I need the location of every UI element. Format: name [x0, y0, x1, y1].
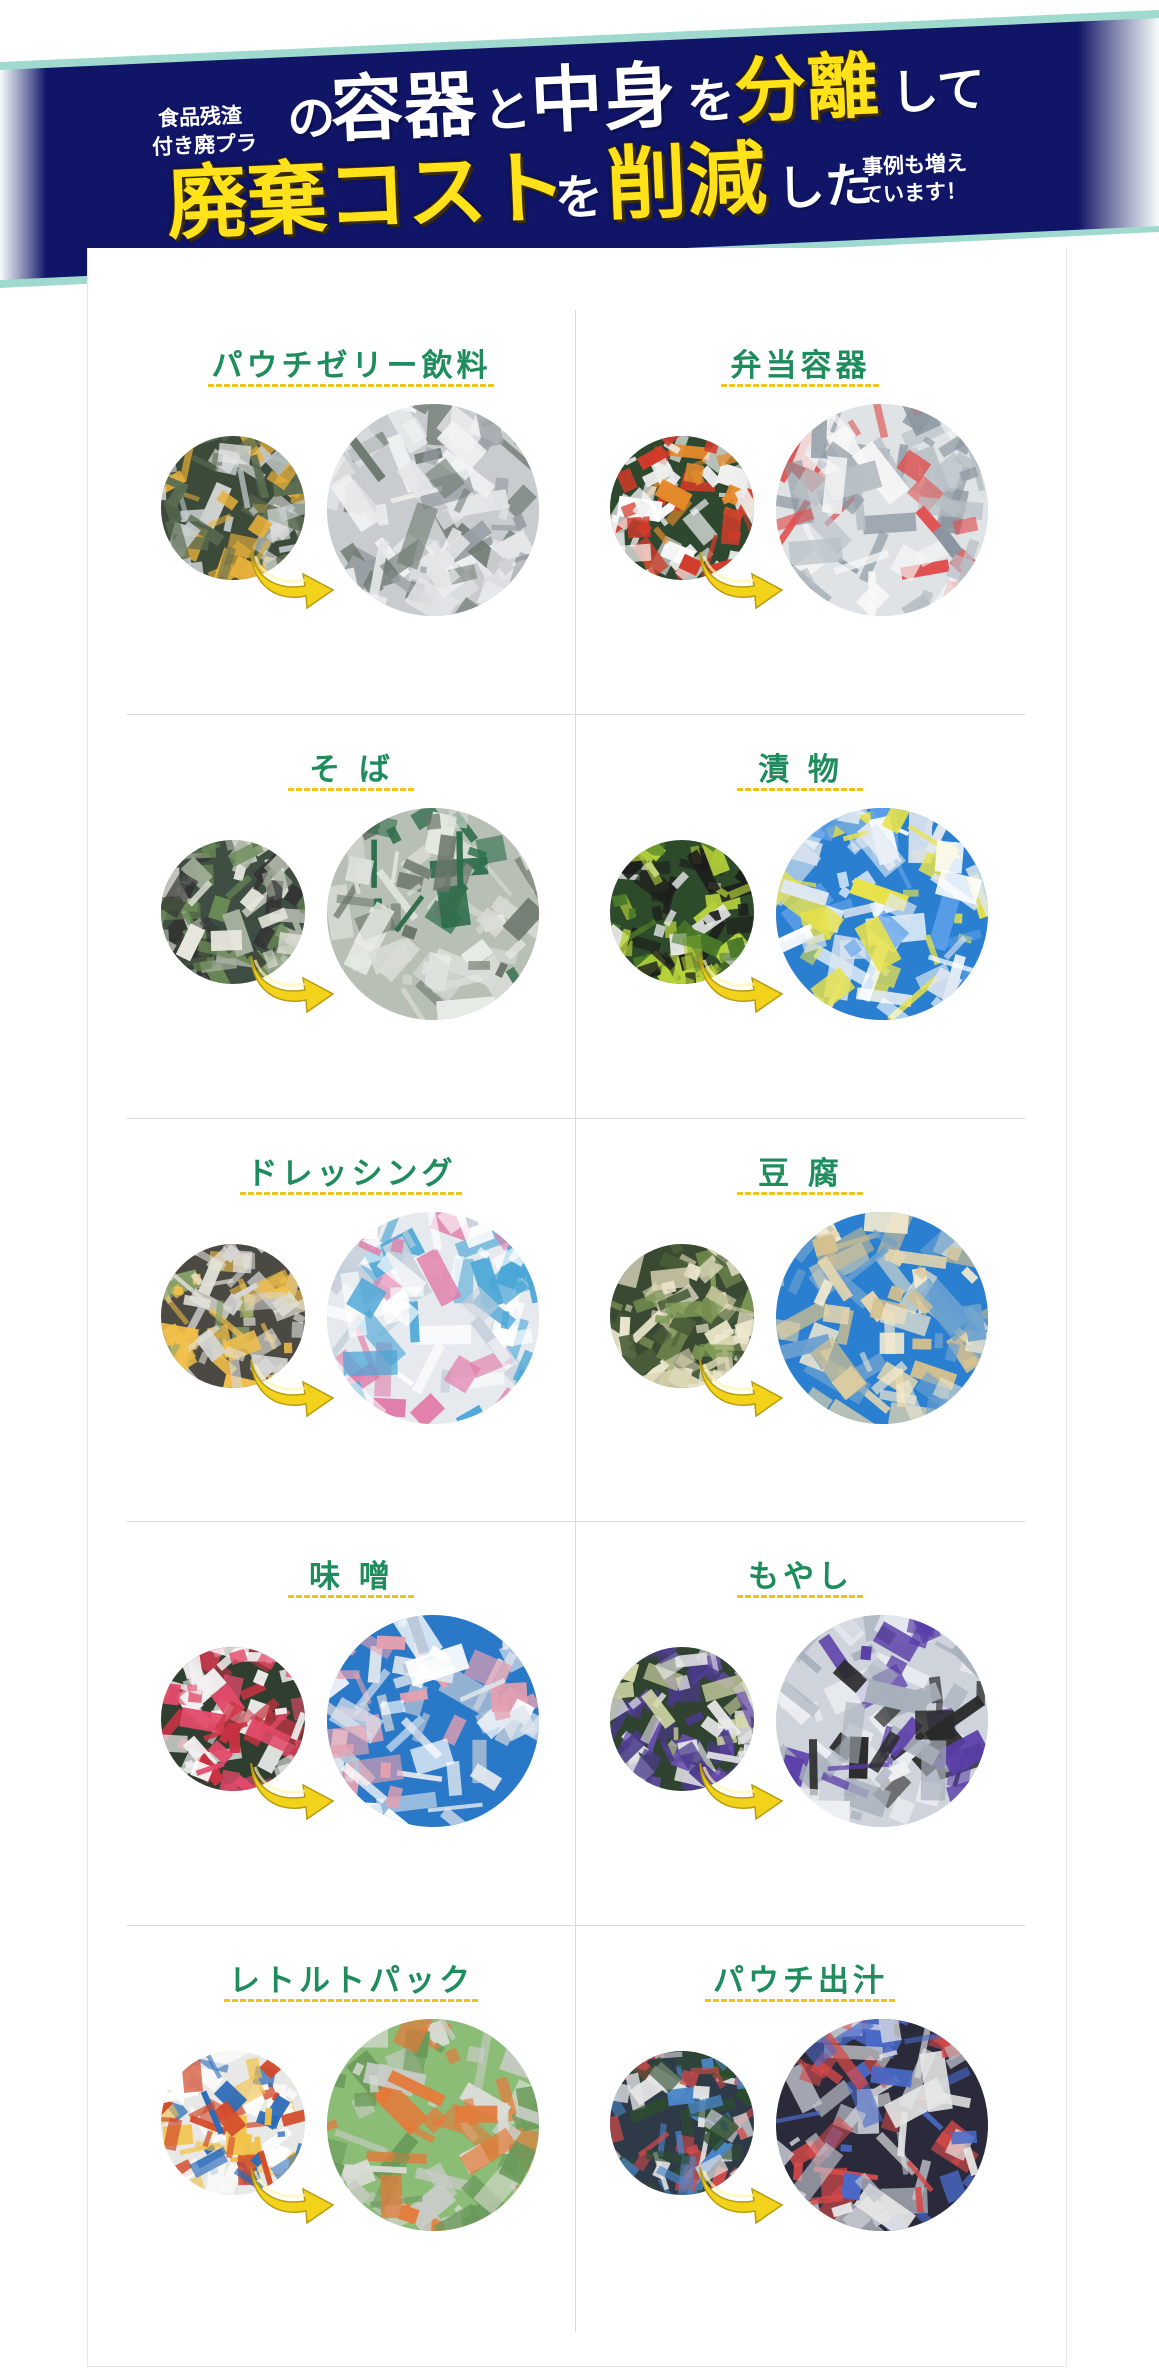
case-title-underline: [224, 1999, 478, 2002]
shredded-pink-plastic-photo: [327, 1615, 539, 1827]
case-card: そ ば: [127, 714, 576, 1118]
case-title-underline: [737, 788, 863, 791]
case-title-underline: [737, 1192, 863, 1195]
case-title: レトルトパック: [229, 1963, 474, 1999]
shredded-yellow-plastic-photo: [776, 808, 988, 1020]
curved-arrow-icon: [696, 546, 786, 610]
case-card: 漬 物: [576, 714, 1025, 1118]
banner-text-youki: 容器: [329, 61, 479, 152]
case-title-underline: [705, 1999, 895, 2002]
curved-arrow-icon: [247, 950, 337, 1014]
curved-arrow-icon: [696, 1757, 786, 1821]
curved-arrow-icon: [247, 546, 337, 610]
banner-text-to: と: [481, 81, 533, 140]
case-card: ドレッシング: [127, 1118, 576, 1522]
curved-arrow-icon: [696, 1354, 786, 1418]
case-title-underline: [737, 1595, 863, 1598]
case-title-underline: [240, 1192, 462, 1195]
case-card: パウチゼリー飲料: [127, 310, 576, 714]
shredded-clear-plastic-photo: [776, 404, 988, 616]
case-title: 豆 腐: [758, 1156, 843, 1192]
curved-arrow-icon: [247, 1354, 337, 1418]
curved-arrow-icon: [696, 950, 786, 1014]
case-title: パウチ出汁: [713, 1963, 888, 1999]
case-title-underline: [721, 384, 879, 387]
curved-arrow-icon: [696, 2161, 786, 2225]
shredded-foil-green-photo: [327, 2019, 539, 2231]
banner-text-shita: した: [775, 157, 875, 218]
case-card: レトルトパック: [127, 1925, 576, 2329]
banner-text-sakugen: 削減: [604, 131, 769, 232]
case-title: もやし: [748, 1559, 853, 1595]
banner-subject-line1: 食品残渣: [157, 103, 243, 131]
shredded-foil-dark-photo: [776, 2019, 988, 2231]
case-title-underline: [288, 788, 414, 791]
case-title: 漬 物: [758, 752, 843, 788]
banner-text-haiki-cost: 廃棄コスト: [164, 140, 569, 251]
case-title: 味 噌: [309, 1559, 394, 1595]
curved-arrow-icon: [247, 1757, 337, 1821]
shredded-green-plastic-photo: [327, 808, 539, 1020]
banner-note-line2: ています！: [861, 178, 968, 208]
case-title-underline: [288, 1595, 414, 1598]
banner-text-no: の: [286, 89, 337, 148]
case-title: 弁当容器: [730, 348, 871, 384]
case-title-underline: [208, 384, 494, 387]
banner-text-wo2: を: [553, 168, 605, 227]
case-card: もやし: [576, 1521, 1025, 1925]
banner-text-wo: を: [685, 72, 737, 131]
case-card: パウチ出汁: [576, 1925, 1025, 2329]
case-title: そ ば: [309, 752, 394, 788]
banner-text-nakami: 中身: [528, 52, 679, 144]
banner-text-bunri: 分離: [732, 43, 881, 134]
shredded-purple-film-photo: [776, 1615, 988, 1827]
banner-note-line1: 事例も増え: [861, 150, 968, 180]
banner-text-shite: して: [889, 61, 987, 122]
case-card: 豆 腐: [576, 1118, 1025, 1522]
shredded-beige-plastic-photo: [776, 1212, 988, 1424]
case-title: パウチゼリー飲料: [211, 348, 492, 384]
case-card: 弁当容器: [576, 310, 1025, 714]
case-title: ドレッシング: [246, 1156, 457, 1192]
shredded-blue-pink-plastic-photo: [327, 1212, 539, 1424]
shredded-silver-plastic-photo: [327, 404, 539, 616]
curved-arrow-icon: [247, 2161, 337, 2225]
case-card: 味 噌: [127, 1521, 576, 1925]
